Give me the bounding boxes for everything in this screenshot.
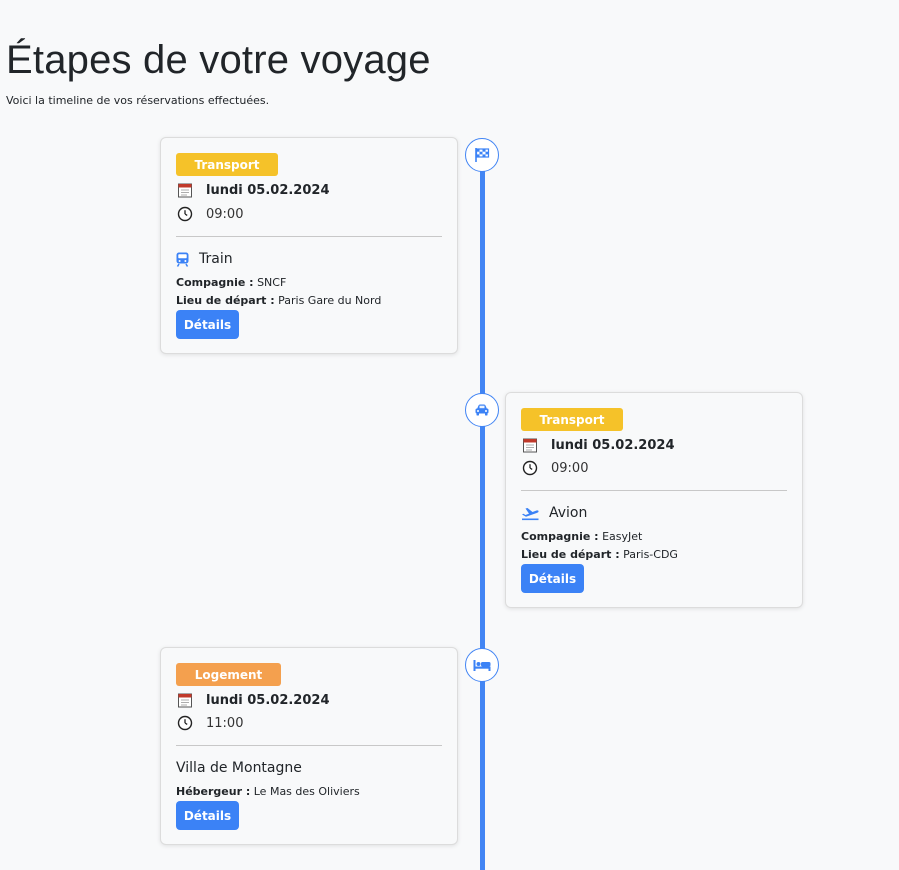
details-button[interactable]: Détails xyxy=(176,310,239,339)
detail-line: Compagnie : SNCF xyxy=(176,276,286,289)
reservation-card: Transport lundi 05.02.2024 09:00 xyxy=(505,392,803,608)
detail-line: Hébergeur : Le Mas des Oliviers xyxy=(176,785,360,798)
clock-icon xyxy=(176,205,194,223)
bed-icon xyxy=(473,660,491,671)
date-text: lundi 05.02.2024 xyxy=(206,692,330,708)
time-row: 09:00 xyxy=(521,459,588,477)
detail-value: Paris-CDG xyxy=(623,548,678,561)
detail-label: Lieu de départ : xyxy=(521,548,620,561)
detail-line: Compagnie : EasyJet xyxy=(521,530,642,543)
detail-value: Paris Gare du Nord xyxy=(278,294,382,307)
divider xyxy=(521,490,787,491)
category-badge: Transport xyxy=(521,408,623,431)
timeline-marker xyxy=(465,393,499,427)
plane-icon xyxy=(522,507,539,520)
date-row: lundi 05.02.2024 xyxy=(521,436,675,454)
detail-value: Le Mas des Oliviers xyxy=(253,785,360,798)
reservation-card: Transport lundi 05.02.2024 09:00 xyxy=(160,137,458,354)
clock-icon xyxy=(521,459,539,477)
details-button[interactable]: Détails xyxy=(176,801,239,830)
divider xyxy=(176,236,442,237)
mode-label: Train xyxy=(199,251,233,267)
mode-label: Avion xyxy=(549,505,588,521)
timeline-marker xyxy=(465,648,499,682)
date-text: lundi 05.02.2024 xyxy=(551,437,675,453)
category-badge: Logement xyxy=(176,663,281,686)
time-row: 09:00 xyxy=(176,205,243,223)
calendar-icon xyxy=(176,181,194,199)
checkered-flag-icon xyxy=(475,148,490,162)
detail-label: Lieu de départ : xyxy=(176,294,275,307)
mode-label: Villa de Montagne xyxy=(176,760,302,776)
reservation-card: Logement lundi 05.02.2024 11:00 Villa de… xyxy=(160,647,458,845)
detail-label: Compagnie : xyxy=(521,530,599,543)
detail-line: Lieu de départ : Paris-CDG xyxy=(521,548,678,561)
divider xyxy=(176,745,442,746)
time-row: 11:00 xyxy=(176,714,243,732)
time-text: 09:00 xyxy=(206,206,244,222)
detail-value: EasyJet xyxy=(602,530,643,543)
detail-value: SNCF xyxy=(257,276,287,289)
timeline-line xyxy=(480,170,485,870)
calendar-icon xyxy=(176,691,194,709)
date-row: lundi 05.02.2024 xyxy=(176,691,330,709)
detail-label: Compagnie : xyxy=(176,276,254,289)
mode-title: Train xyxy=(176,251,233,267)
train-icon xyxy=(176,252,189,267)
time-text: 11:00 xyxy=(206,715,244,731)
mode-title: Avion xyxy=(521,505,587,521)
car-icon xyxy=(475,404,489,416)
mode-title: Villa de Montagne xyxy=(176,760,302,776)
details-button[interactable]: Détails xyxy=(521,564,584,593)
page-subtitle: Voici la timeline de vos réservations ef… xyxy=(6,94,270,107)
page-title: Étapes de votre voyage xyxy=(6,38,431,82)
clock-icon xyxy=(176,714,194,732)
date-row: lundi 05.02.2024 xyxy=(176,181,330,199)
timeline-marker xyxy=(465,138,499,172)
date-text: lundi 05.02.2024 xyxy=(206,182,330,198)
detail-label: Hébergeur : xyxy=(176,785,251,798)
time-text: 09:00 xyxy=(551,460,589,476)
calendar-icon xyxy=(521,436,539,454)
category-badge: Transport xyxy=(176,153,278,176)
detail-line: Lieu de départ : Paris Gare du Nord xyxy=(176,294,381,307)
